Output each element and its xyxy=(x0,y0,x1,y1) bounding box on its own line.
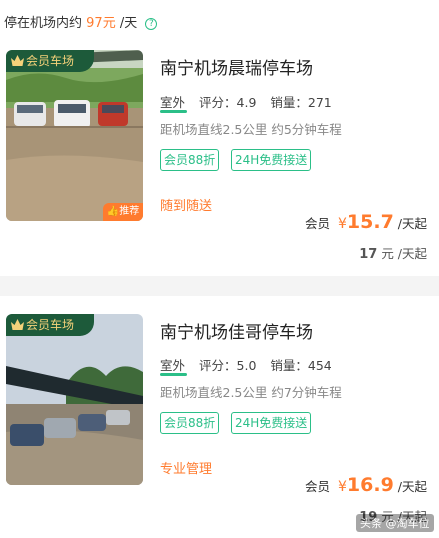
sales-label: 销量： xyxy=(270,358,308,373)
watermark: 头条 @淘车位 xyxy=(356,514,434,532)
parking-lot-photo xyxy=(6,50,143,221)
lot-distance: 距机场直线2.5公里 约5分钟车程 xyxy=(160,122,342,137)
member-discount-tag: 会员88折 xyxy=(160,412,220,434)
lot-meta: 室外 评分：5.0 销量：454 xyxy=(160,355,332,374)
rating-label: 评分： xyxy=(199,95,237,110)
sales-value: 454 xyxy=(307,358,332,373)
member-price: 会员 ¥15.7 /天起 xyxy=(305,211,427,233)
airport-price: 97元 xyxy=(86,16,116,31)
currency-symbol: ¥ xyxy=(337,216,347,232)
thumbs-up-icon: 👍 xyxy=(106,206,120,217)
crown-icon xyxy=(11,55,24,66)
rating-label: 评分： xyxy=(199,358,237,373)
airport-parking-price-note: 停在机场内约 97元 /天 ? xyxy=(4,12,158,31)
lot-name[interactable]: 南宁机场晨瑞停车场 xyxy=(160,54,313,79)
parking-lot-card[interactable]: 会员车场 南宁机场佳哥停车场 室外 评分：5.0 销量：454 距机场直线2.5… xyxy=(0,296,439,538)
rating-value: 5.0 xyxy=(236,358,257,373)
recommend-tag: 👍推荐 xyxy=(103,203,143,221)
original-price: 17 元 /天起 xyxy=(359,243,427,262)
help-icon[interactable]: ? xyxy=(145,18,158,30)
header-bar: 停在机场内约 97元 /天 ? xyxy=(0,0,439,40)
lot-name[interactable]: 南宁机场佳哥停车场 xyxy=(160,318,313,343)
member-price: 会员 ¥16.9 /天起 xyxy=(305,474,427,496)
member-discount-tag: 会员88折 xyxy=(160,149,220,171)
original-price-value: 17 xyxy=(359,247,378,262)
sales-label: 销量： xyxy=(270,95,308,110)
member-label: 会员 xyxy=(304,479,330,494)
rating-value: 4.9 xyxy=(236,95,257,110)
lot-distance: 距机场直线2.5公里 约7分钟车程 xyxy=(160,385,342,400)
lot-type: 室外 xyxy=(160,95,186,110)
lot-feature: 专业管理 xyxy=(160,462,213,477)
original-price-unit: 元 /天起 xyxy=(381,246,427,261)
member-price-value: 15.7 xyxy=(346,211,394,233)
crown-icon xyxy=(11,319,24,330)
lot-meta: 室外 评分：4.9 销量：271 xyxy=(160,92,332,111)
parking-lot-photo xyxy=(6,314,143,485)
lot-type: 室外 xyxy=(160,358,186,373)
member-lot-badge: 会员车场 xyxy=(6,50,94,72)
lot-feature: 随到随送 xyxy=(160,199,213,214)
price-unit: /天起 xyxy=(397,479,427,494)
price-unit: /天起 xyxy=(397,216,427,231)
badge-label: 会员车场 xyxy=(26,54,75,68)
price-note-suffix: /天 xyxy=(119,16,138,31)
free-shuttle-tag: 24H免费接送 xyxy=(231,149,312,171)
badge-label: 会员车场 xyxy=(26,318,75,332)
member-price-value: 16.9 xyxy=(346,474,394,496)
sales-value: 271 xyxy=(307,95,332,110)
recommend-label: 推荐 xyxy=(119,206,140,217)
card-separator xyxy=(0,276,439,296)
currency-symbol: ¥ xyxy=(337,479,347,495)
member-lot-badge: 会员车场 xyxy=(6,314,94,336)
price-note-prefix: 停在机场内约 xyxy=(4,16,83,31)
parking-lot-card[interactable]: 会员车场 👍推荐 南宁机场晨瑞停车场 室外 评分：4.9 销量：271 距机场直… xyxy=(0,40,439,276)
free-shuttle-tag: 24H免费接送 xyxy=(231,412,312,434)
member-label: 会员 xyxy=(304,216,330,231)
